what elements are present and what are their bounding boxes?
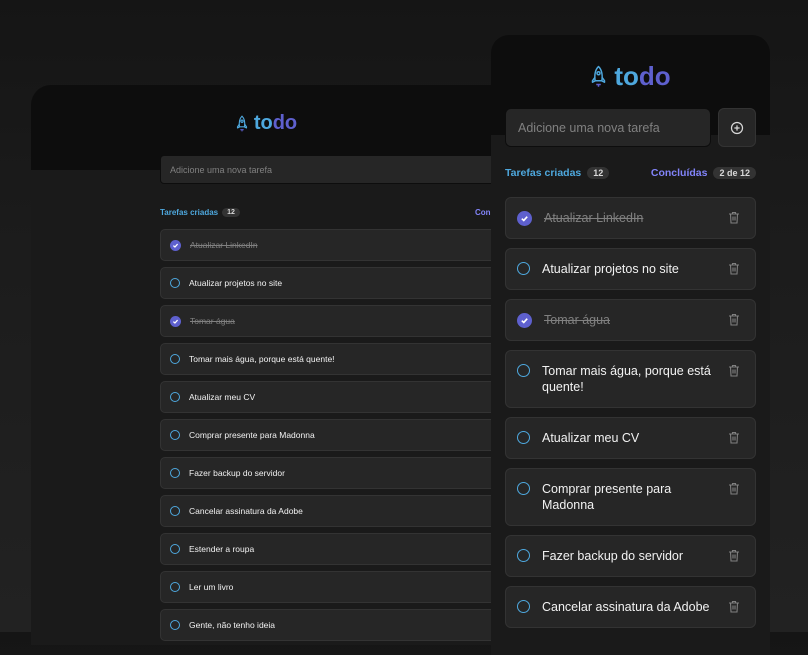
check-icon	[172, 243, 179, 248]
task-item[interactable]: Fazer backup do servidor	[160, 457, 501, 489]
task-item[interactable]: Gente, não tenho ideia	[160, 609, 501, 641]
checkbox[interactable]	[170, 354, 180, 364]
checkbox[interactable]	[170, 582, 180, 592]
checkbox[interactable]	[517, 262, 530, 275]
desktop-window: to do Adicione uma nova tarefa Tarefas cr…	[31, 85, 501, 645]
plus-circle-icon	[730, 121, 744, 134]
task-item[interactable]: Tomar água	[505, 299, 756, 341]
task-text: Estender a roupa	[189, 544, 255, 554]
task-text: Cancelar assinatura da Adobe	[189, 506, 303, 516]
checkbox[interactable]	[170, 392, 180, 402]
task-item[interactable]: Comprar presente para Madonna	[160, 419, 501, 451]
task-list: Atualizar LinkedIn Atualizar projetos no…	[160, 229, 501, 645]
task-item[interactable]: Estender a roupa	[160, 533, 501, 565]
checked-checkbox[interactable]	[170, 315, 181, 327]
trash-icon[interactable]	[728, 364, 740, 377]
checked-checkbox[interactable]	[517, 313, 532, 328]
task-summary: Tarefas criadas 12 Concluídas 2 de 12	[505, 166, 756, 180]
checked-checkbox[interactable]	[517, 211, 532, 226]
task-item[interactable]: Comprar presente para Madonna	[505, 468, 756, 526]
logo-text-do: do	[272, 112, 298, 134]
trash-icon[interactable]	[728, 313, 740, 326]
created-count-badge: 12	[222, 207, 240, 217]
task-item[interactable]: Atualizar LinkedIn	[160, 229, 501, 261]
logo-text-do: do	[638, 61, 671, 91]
checkbox[interactable]	[517, 600, 530, 613]
created-label: Tarefas criadas	[160, 207, 219, 217]
task-item[interactable]: Tomar água	[160, 305, 501, 337]
task-text: Atualizar meu CV	[542, 431, 640, 445]
rocket-icon	[236, 115, 247, 131]
task-list: Atualizar LinkedIn Atualizar projetos no…	[505, 197, 756, 637]
task-summary: Tarefas criadas 12 Con	[160, 206, 501, 218]
task-item[interactable]: Tomar mais água, porque está quente!	[160, 343, 501, 375]
checkbox[interactable]	[170, 506, 180, 516]
created-label: Tarefas criadas	[505, 167, 582, 179]
trash-icon[interactable]	[728, 431, 740, 444]
task-text: Tomar mais água, porque está quente!	[542, 364, 711, 394]
check-icon	[172, 319, 179, 324]
task-text: Cancelar assinatura da Adobe	[542, 600, 710, 614]
checkbox[interactable]	[517, 431, 530, 444]
task-text: Fazer backup do servidor	[189, 468, 285, 478]
task-text: Tomar mais água, porque está quente!	[189, 354, 335, 364]
rocket-icon	[592, 65, 606, 87]
task-item[interactable]: Atualizar meu CV	[160, 381, 501, 413]
task-item[interactable]: Atualizar meu CV	[505, 417, 756, 459]
task-text: Comprar presente para Madonna	[542, 482, 672, 512]
trash-icon[interactable]	[728, 600, 740, 613]
task-text: Comprar presente para Madonna	[189, 430, 315, 440]
new-task-input[interactable]: Adicione uma nova tarefa	[160, 155, 501, 184]
app-logo: to do	[31, 112, 501, 135]
trash-icon[interactable]	[728, 211, 740, 224]
task-text: Tomar água	[190, 316, 235, 326]
checkbox[interactable]	[170, 430, 180, 440]
done-label: Con	[475, 207, 491, 217]
checkbox[interactable]	[517, 482, 530, 495]
trash-icon[interactable]	[728, 549, 740, 562]
task-text: Fazer backup do servidor	[542, 549, 684, 563]
checkbox[interactable]	[170, 468, 180, 478]
task-item[interactable]: Atualizar projetos no site	[160, 267, 501, 299]
logo-text-to: to	[253, 112, 273, 134]
task-item[interactable]: Cancelar assinatura da Adobe	[505, 586, 756, 628]
task-text: Atualizar meu CV	[189, 392, 256, 402]
task-item[interactable]: Atualizar LinkedIn	[505, 197, 756, 239]
task-text: Gente, não tenho ideia	[189, 620, 276, 630]
mobile-window: to do Adicione uma nova tarefa Tarefas cr…	[491, 35, 770, 655]
task-text: Atualizar projetos no site	[189, 278, 283, 288]
created-count-badge: 12	[587, 167, 610, 179]
task-item[interactable]: Cancelar assinatura da Adobe	[160, 495, 501, 527]
checkbox[interactable]	[170, 620, 180, 630]
checkbox[interactable]	[170, 278, 180, 288]
checkbox[interactable]	[170, 544, 180, 554]
logo-text-to: to	[614, 61, 639, 91]
trash-icon[interactable]	[728, 262, 740, 275]
task-text: Atualizar projetos no site	[542, 262, 679, 276]
done-label: Concluídas	[650, 167, 708, 179]
task-text: Atualizar LinkedIn	[544, 211, 644, 225]
task-item[interactable]: Atualizar projetos no site	[505, 248, 756, 290]
check-icon	[521, 318, 528, 324]
checked-checkbox[interactable]	[170, 239, 181, 251]
checkbox[interactable]	[517, 364, 530, 377]
app-logo: to do	[491, 61, 770, 92]
task-text: Ler um livro	[189, 582, 234, 592]
checkbox[interactable]	[517, 549, 530, 562]
add-task-button[interactable]	[718, 108, 756, 147]
check-icon	[521, 216, 528, 222]
done-count-badge: 2 de 12	[713, 167, 756, 179]
trash-icon[interactable]	[728, 482, 740, 495]
task-text: Tomar água	[544, 313, 611, 327]
task-text: Atualizar LinkedIn	[190, 240, 258, 250]
new-task-input[interactable]: Adicione uma nova tarefa	[505, 108, 711, 147]
task-item[interactable]: Fazer backup do servidor	[505, 535, 756, 577]
task-item[interactable]: Ler um livro	[160, 571, 501, 603]
task-item[interactable]: Tomar mais água, porque está quente!	[505, 350, 756, 408]
